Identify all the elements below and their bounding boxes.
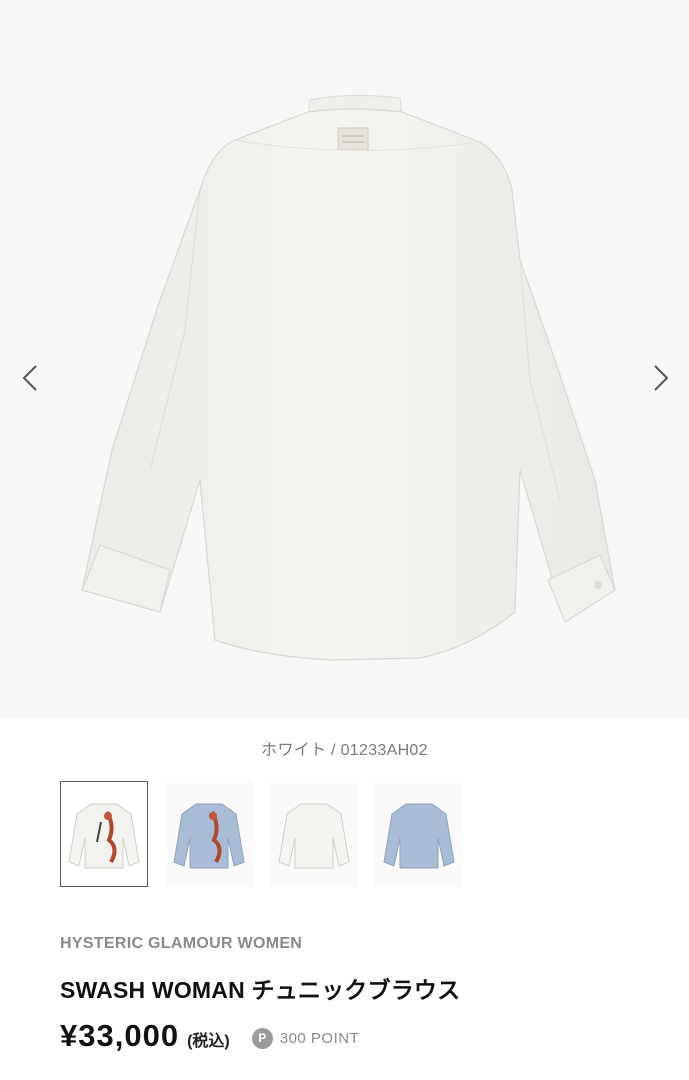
tax-label: (税込) bbox=[187, 1033, 230, 1050]
gallery-next-button[interactable] bbox=[647, 360, 675, 396]
brand-name[interactable]: HYSTERIC GLAMOUR WOMEN bbox=[60, 935, 302, 953]
thumbnail-white-shirt-print[interactable] bbox=[60, 781, 148, 887]
chevron-left-icon bbox=[22, 365, 37, 391]
points-icon: P bbox=[251, 1027, 273, 1049]
gallery-prev-button[interactable] bbox=[16, 360, 44, 396]
points-text: 300 POINT bbox=[279, 1029, 360, 1047]
product-title: SWASH WOMAN チュニックブラウス bbox=[60, 977, 461, 1003]
chevron-right-icon bbox=[654, 365, 669, 391]
variant-caption: ホワイト / 01233AH02 bbox=[261, 742, 428, 759]
thumbnail-white-shirt-back[interactable] bbox=[270, 781, 358, 887]
points-info: P 300 POINT bbox=[251, 1027, 360, 1049]
price: ¥33,000 bbox=[60, 1018, 180, 1053]
thumbnail-blue-shirt-print[interactable] bbox=[165, 781, 253, 887]
product-main-image bbox=[0, 0, 689, 718]
price-row: ¥33,000 (税込) P 300 POINT bbox=[60, 1018, 359, 1054]
thumbnail-blue-shirt-back[interactable] bbox=[375, 781, 463, 887]
thumbnail-strip bbox=[60, 781, 480, 887]
